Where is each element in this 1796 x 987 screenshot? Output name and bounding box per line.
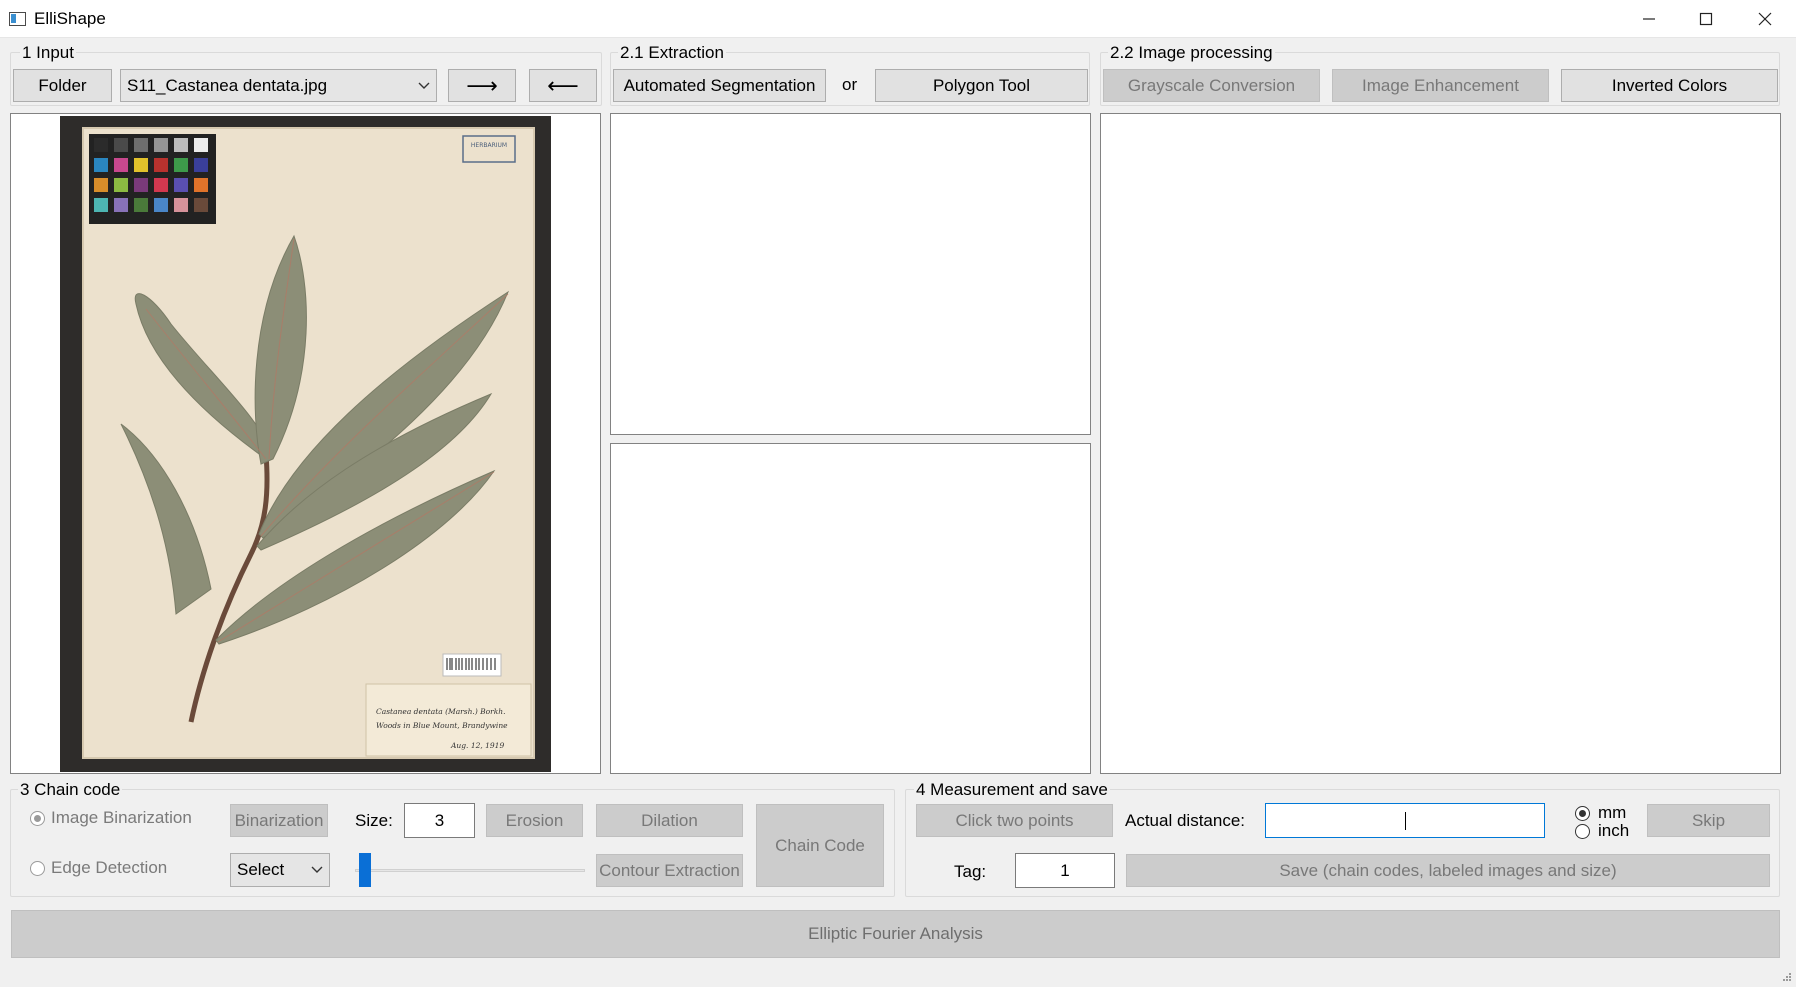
unit-inch-radio[interactable]: inch bbox=[1575, 821, 1629, 841]
or-label: or bbox=[842, 75, 858, 94]
color-swatch bbox=[194, 138, 208, 152]
color-swatch bbox=[154, 178, 168, 192]
slider-thumb[interactable] bbox=[359, 853, 372, 887]
edge-method-value: Select bbox=[237, 860, 285, 879]
color-swatch bbox=[134, 138, 148, 152]
color-swatch bbox=[134, 178, 148, 192]
svg-text:HERBARIUM: HERBARIUM bbox=[471, 142, 507, 149]
chevron-down-icon bbox=[418, 82, 430, 89]
close-button[interactable] bbox=[1736, 0, 1794, 38]
color-swatch bbox=[114, 178, 128, 192]
erosion-button[interactable]: Erosion bbox=[486, 804, 583, 837]
edge-detection-radio[interactable]: Edge Detection bbox=[30, 858, 167, 878]
next-image-button[interactable]: ⟶ bbox=[448, 69, 516, 102]
close-icon bbox=[1758, 12, 1772, 26]
measurement-group-title: 4 Measurement and save bbox=[914, 780, 1110, 800]
svg-text:Woods in Blue Mount, Brandywin: Woods in Blue Mount, Brandywine bbox=[376, 721, 508, 730]
inverted-colors-button[interactable]: Inverted Colors bbox=[1561, 69, 1778, 102]
radio-indicator bbox=[1575, 823, 1590, 839]
herbarium-specimen-image: HERBARIUM Castanea dentata (Marsh.) Bork… bbox=[60, 116, 551, 772]
chevron-down-icon bbox=[311, 866, 323, 873]
color-swatch bbox=[154, 138, 168, 152]
color-swatch bbox=[134, 158, 148, 172]
color-swatch bbox=[94, 138, 108, 152]
slider-track bbox=[355, 869, 585, 872]
color-swatch bbox=[114, 198, 128, 212]
tag-label: Tag: bbox=[954, 862, 987, 881]
resize-grip-icon[interactable] bbox=[1780, 970, 1792, 982]
svg-text:Aug. 12, 1919: Aug. 12, 1919 bbox=[450, 741, 504, 750]
unit-mm-label: mm bbox=[1598, 803, 1627, 822]
minimize-button[interactable] bbox=[1620, 0, 1678, 38]
image-binarization-label: Image Binarization bbox=[51, 808, 192, 827]
radio-indicator bbox=[30, 860, 45, 876]
color-swatch bbox=[194, 178, 208, 192]
input-image-panel[interactable]: HERBARIUM Castanea dentata (Marsh.) Bork… bbox=[10, 113, 601, 774]
file-select[interactable]: S11_Castanea dentata.jpg bbox=[120, 69, 437, 102]
actual-distance-label: Actual distance: bbox=[1125, 811, 1246, 830]
chain-code-button[interactable]: Chain Code bbox=[756, 804, 884, 887]
automated-segmentation-button[interactable]: Automated Segmentation bbox=[613, 69, 826, 102]
threshold-slider[interactable] bbox=[355, 853, 585, 887]
previous-image-button[interactable]: ⟵ bbox=[529, 69, 597, 102]
polygon-tool-button[interactable]: Polygon Tool bbox=[875, 69, 1088, 102]
color-swatch bbox=[114, 158, 128, 172]
color-swatch bbox=[94, 158, 108, 172]
window-title: ElliShape bbox=[34, 9, 106, 28]
color-swatch bbox=[174, 178, 188, 192]
radio-indicator bbox=[1575, 805, 1590, 821]
color-swatch bbox=[134, 198, 148, 212]
size-label: Size: bbox=[355, 811, 393, 830]
color-swatch bbox=[154, 158, 168, 172]
minimize-icon bbox=[1643, 18, 1655, 20]
text-cursor bbox=[1404, 811, 1406, 830]
elliptic-fourier-analysis-button[interactable]: Elliptic Fourier Analysis bbox=[11, 910, 1780, 958]
save-button[interactable]: Save (chain codes, labeled images and si… bbox=[1126, 854, 1770, 887]
folder-button[interactable]: Folder bbox=[13, 69, 112, 102]
extraction-preview-bottom[interactable] bbox=[610, 443, 1091, 774]
color-swatch bbox=[154, 198, 168, 212]
specimen-label: Castanea dentata (Marsh.) Borkh. Woods i… bbox=[365, 683, 532, 757]
color-swatch bbox=[94, 198, 108, 212]
tag-input[interactable]: 1 bbox=[1015, 853, 1115, 888]
color-swatch bbox=[174, 138, 188, 152]
grayscale-conversion-button[interactable]: Grayscale Conversion bbox=[1103, 69, 1320, 102]
color-swatch bbox=[194, 158, 208, 172]
radio-indicator bbox=[30, 810, 45, 826]
color-swatch bbox=[174, 158, 188, 172]
file-select-value: S11_Castanea dentata.jpg bbox=[127, 75, 328, 95]
contour-extraction-button[interactable]: Contour Extraction bbox=[596, 854, 743, 887]
input-group-title: 1 Input bbox=[20, 43, 76, 63]
image-enhancement-button[interactable]: Image Enhancement bbox=[1332, 69, 1549, 102]
maximize-icon bbox=[1699, 12, 1713, 26]
extraction-group-title: 2.1 Extraction bbox=[618, 43, 726, 63]
svg-text:Castanea dentata (Marsh.) Bork: Castanea dentata (Marsh.) Borkh. bbox=[376, 707, 506, 716]
color-swatch bbox=[114, 138, 128, 152]
color-swatch bbox=[94, 178, 108, 192]
barcode bbox=[442, 653, 502, 677]
app-icon bbox=[9, 12, 26, 26]
skip-button[interactable]: Skip bbox=[1647, 804, 1770, 837]
processing-group-title: 2.2 Image processing bbox=[1108, 43, 1275, 63]
chain-code-group-title: 3 Chain code bbox=[18, 780, 123, 800]
maximize-button[interactable] bbox=[1677, 0, 1735, 38]
extraction-preview-top[interactable] bbox=[610, 113, 1091, 435]
processing-preview-panel[interactable] bbox=[1100, 113, 1781, 774]
title-bar: ElliShape bbox=[0, 0, 1796, 38]
binarization-button[interactable]: Binarization bbox=[230, 804, 328, 837]
color-swatch bbox=[174, 198, 188, 212]
unit-mm-radio[interactable]: mm bbox=[1575, 803, 1626, 823]
unit-inch-label: inch bbox=[1598, 821, 1630, 840]
click-two-points-button[interactable]: Click two points bbox=[916, 804, 1113, 837]
color-chart bbox=[89, 134, 216, 224]
size-input[interactable]: 3 bbox=[404, 803, 475, 838]
edge-detection-label: Edge Detection bbox=[51, 858, 168, 877]
color-swatch bbox=[194, 198, 208, 212]
image-binarization-radio[interactable]: Image Binarization bbox=[30, 808, 192, 828]
edge-method-select[interactable]: Select bbox=[230, 853, 330, 887]
actual-distance-input[interactable] bbox=[1265, 803, 1545, 838]
dilation-button[interactable]: Dilation bbox=[596, 804, 743, 837]
